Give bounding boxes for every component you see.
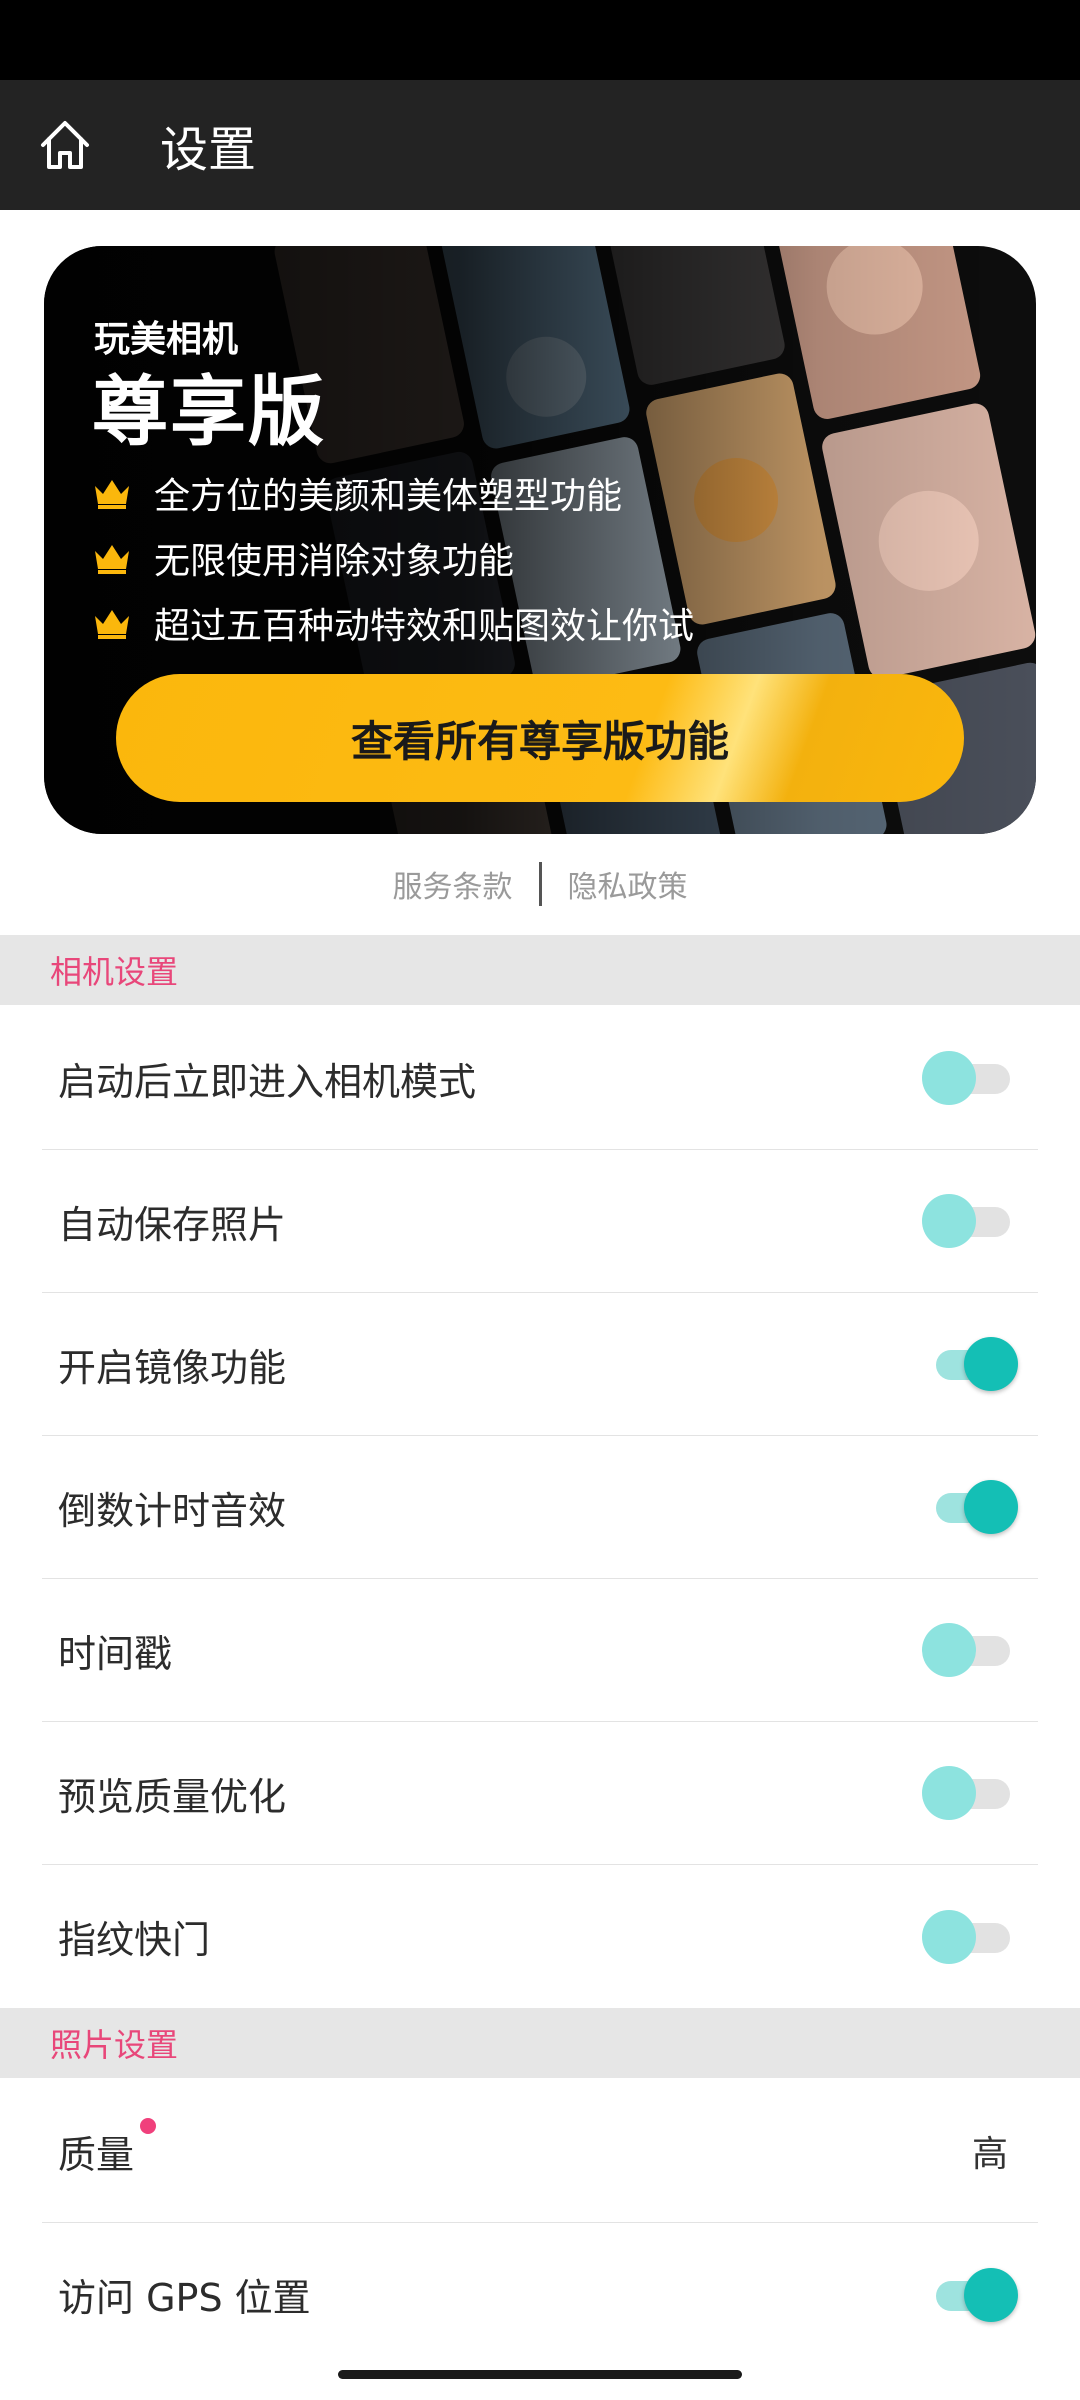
toggle-switch[interactable] [922, 1477, 1018, 1537]
new-badge-dot [140, 2117, 157, 2134]
setting-label: 访问 GPS 位置 [58, 2276, 311, 2320]
toggle-switch[interactable] [922, 1191, 1018, 1251]
feature-text: 全方位的美颜和美体塑型功能 [154, 476, 623, 517]
banner-edition: 尊享版 [92, 367, 326, 456]
setting-label: 质量 [42, 2117, 157, 2179]
home-icon [41, 121, 89, 169]
privacy-link[interactable]: 隐私政策 [568, 862, 688, 906]
setting-row-auto-save[interactable]: 自动保存照片 [42, 1150, 1038, 1293]
photo-settings-header: 照片设置 [0, 2008, 1080, 2078]
toggle-switch[interactable] [922, 1048, 1018, 1108]
setting-row-quality[interactable]: 质量 高 [42, 2080, 1038, 2223]
legal-divider [538, 862, 542, 906]
camera-settings-header: 相机设置 [0, 935, 1080, 1005]
crown-icon [95, 545, 129, 574]
page-title: 设置 [160, 122, 257, 178]
toggle-switch[interactable] [922, 1620, 1018, 1680]
setting-label: 倒数计时音效 [58, 1488, 287, 1533]
feature-text: 无限使用消除对象功能 [154, 541, 515, 582]
status-bar [0, 0, 1080, 80]
toggle-switch[interactable] [922, 1763, 1018, 1823]
feature-item: 超过五百种动特效和贴图效让你试 [92, 598, 694, 648]
setting-label: 预览质量优化 [58, 1774, 287, 1819]
toggle-switch[interactable] [922, 1907, 1018, 1967]
setting-row-countdown-sound[interactable]: 倒数计时音效 [42, 1436, 1038, 1579]
home-button[interactable] [0, 80, 130, 210]
toggle-switch[interactable] [922, 1334, 1018, 1394]
terms-link[interactable]: 服务条款 [393, 862, 513, 906]
setting-row-preview-quality[interactable]: 预览质量优化 [42, 1722, 1038, 1865]
setting-row-open-camera-on-launch[interactable]: 启动后立即进入相机模式 [42, 1007, 1038, 1150]
setting-label: 开启镜像功能 [58, 1345, 287, 1390]
crown-icon [95, 480, 129, 509]
setting-row-mirror[interactable]: 开启镜像功能 [42, 1293, 1038, 1436]
setting-label: 启动后立即进入相机模式 [58, 1059, 477, 1104]
feature-item: 无限使用消除对象功能 [92, 533, 514, 583]
toggle-switch[interactable] [922, 2265, 1018, 2325]
app-bar: 设置 [0, 80, 1080, 210]
setting-label: 指纹快门 [58, 1918, 211, 1962]
crown-icon [95, 610, 129, 639]
setting-label: 时间戳 [58, 1631, 173, 1676]
feature-item: 全方位的美颜和美体塑型功能 [92, 468, 622, 518]
view-premium-features-button[interactable]: 查看所有尊享版功能 [116, 674, 964, 802]
setting-label: 自动保存照片 [58, 1202, 287, 1247]
home-indicator [338, 2370, 742, 2379]
setting-row-fingerprint-shutter[interactable]: 指纹快门 [42, 1865, 1038, 2008]
setting-row-gps[interactable]: 访问 GPS 位置 [42, 2223, 1038, 2366]
quality-value: 高 [971, 2134, 1008, 2175]
feature-text: 超过五百种动特效和贴图效让你试 [154, 606, 695, 647]
premium-banner[interactable]: 玩美相机 尊享版 全方位的美颜和美体塑型功能 无限使用消除对象功能 超过五百种动… [44, 246, 1036, 834]
quality-label: 质量 [58, 2132, 135, 2177]
legal-links: 服务条款 隐私政策 [0, 858, 1080, 910]
setting-row-timestamp[interactable]: 时间戳 [42, 1579, 1038, 1722]
